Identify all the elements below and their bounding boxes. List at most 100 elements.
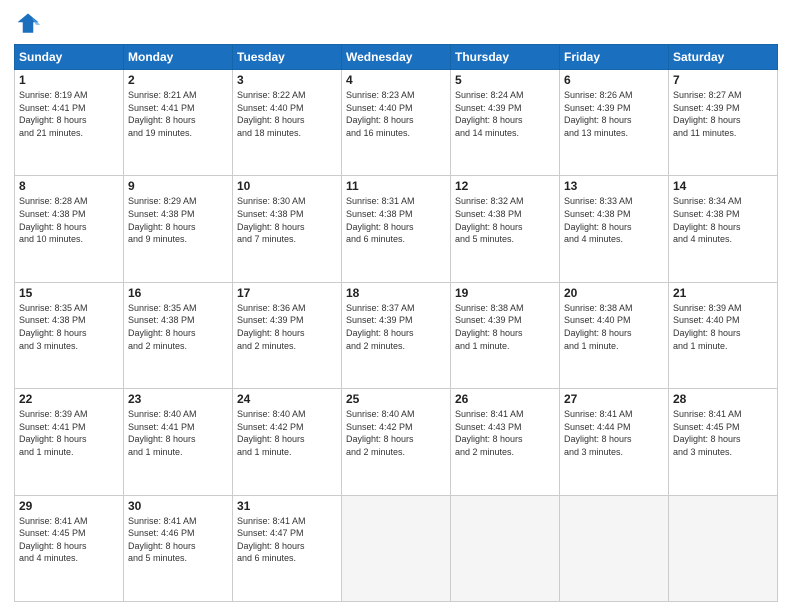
- day-info: Sunrise: 8:40 AM Sunset: 4:42 PM Dayligh…: [237, 408, 337, 458]
- calendar-cell: 2 Sunrise: 8:21 AM Sunset: 4:41 PM Daylig…: [124, 70, 233, 176]
- logo: [14, 10, 46, 38]
- calendar-cell: 26Sunrise: 8:41 AM Sunset: 4:43 PM Dayli…: [451, 389, 560, 495]
- week-row: 22 Sunrise: 8:39 AM Sunset: 4:41 PM Dayli…: [15, 389, 778, 495]
- day-info: Sunrise: 8:37 AM Sunset: 4:39 PM Dayligh…: [346, 302, 446, 352]
- day-number: 20: [564, 286, 664, 300]
- day-number: 12: [455, 179, 555, 193]
- day-info: Sunrise: 8:40 AM Sunset: 4:42 PM Dayligh…: [346, 408, 446, 458]
- day-info: Sunrise: 8:28 AM Sunset: 4:38 PM Dayligh…: [19, 195, 119, 245]
- calendar-cell: 7 Sunrise: 8:27 AM Sunset: 4:39 PM Daylig…: [669, 70, 778, 176]
- day-info: Sunrise: 8:41 AM Sunset: 4:45 PM Dayligh…: [19, 515, 119, 565]
- logo-icon: [14, 10, 42, 38]
- calendar-cell: 10 Sunrise: 8:30 AM Sunset: 4:38 PM Dayli…: [233, 176, 342, 282]
- day-info: Sunrise: 8:39 AM Sunset: 4:40 PM Dayligh…: [673, 302, 773, 352]
- day-info: Sunrise: 8:36 AM Sunset: 4:39 PM Dayligh…: [237, 302, 337, 352]
- day-number: 15: [19, 286, 119, 300]
- calendar-cell: 14 Sunrise: 8:34 AM Sunset: 4:38 PM Dayli…: [669, 176, 778, 282]
- day-number: 29: [19, 499, 119, 513]
- week-row: 15 Sunrise: 8:35 AM Sunset: 4:38 PM Dayli…: [15, 282, 778, 388]
- day-info: Sunrise: 8:22 AM Sunset: 4:40 PM Dayligh…: [237, 89, 337, 139]
- day-number: 11: [346, 179, 446, 193]
- week-row: 1Sunrise: 8:19 AM Sunset: 4:41 PM Daylig…: [15, 70, 778, 176]
- day-info: Sunrise: 8:32 AM Sunset: 4:38 PM Dayligh…: [455, 195, 555, 245]
- weekday-header: Thursday: [451, 45, 560, 70]
- day-info: Sunrise: 8:31 AM Sunset: 4:38 PM Dayligh…: [346, 195, 446, 245]
- day-number: 22: [19, 392, 119, 406]
- calendar-cell: 29 Sunrise: 8:41 AM Sunset: 4:45 PM Dayli…: [15, 495, 124, 601]
- day-info: Sunrise: 8:41 AM Sunset: 4:47 PM Dayligh…: [237, 515, 337, 565]
- day-info: Sunrise: 8:33 AM Sunset: 4:38 PM Dayligh…: [564, 195, 664, 245]
- calendar-cell: 3 Sunrise: 8:22 AM Sunset: 4:40 PM Daylig…: [233, 70, 342, 176]
- day-number: 28: [673, 392, 773, 406]
- day-number: 4: [346, 73, 446, 87]
- day-info: Sunrise: 8:35 AM Sunset: 4:38 PM Dayligh…: [128, 302, 228, 352]
- calendar-cell: 8 Sunrise: 8:28 AM Sunset: 4:38 PM Daylig…: [15, 176, 124, 282]
- calendar-cell: 27Sunrise: 8:41 AM Sunset: 4:44 PM Dayli…: [560, 389, 669, 495]
- weekday-header: Friday: [560, 45, 669, 70]
- calendar-cell: 28 Sunrise: 8:41 AM Sunset: 4:45 PM Dayli…: [669, 389, 778, 495]
- day-number: 3: [237, 73, 337, 87]
- day-number: 13: [564, 179, 664, 193]
- day-number: 23: [128, 392, 228, 406]
- day-number: 26: [455, 392, 555, 406]
- day-number: 7: [673, 73, 773, 87]
- day-number: 19: [455, 286, 555, 300]
- calendar-cell: [342, 495, 451, 601]
- week-row: 29 Sunrise: 8:41 AM Sunset: 4:45 PM Dayli…: [15, 495, 778, 601]
- calendar-header-row: SundayMondayTuesdayWednesdayThursdayFrid…: [15, 45, 778, 70]
- day-info: Sunrise: 8:26 AM Sunset: 4:39 PM Dayligh…: [564, 89, 664, 139]
- calendar-cell: 16Sunrise: 8:35 AM Sunset: 4:38 PM Dayli…: [124, 282, 233, 388]
- day-info: Sunrise: 8:27 AM Sunset: 4:39 PM Dayligh…: [673, 89, 773, 139]
- day-info: Sunrise: 8:21 AM Sunset: 4:41 PM Dayligh…: [128, 89, 228, 139]
- weekday-header: Tuesday: [233, 45, 342, 70]
- day-info: Sunrise: 8:23 AM Sunset: 4:40 PM Dayligh…: [346, 89, 446, 139]
- day-info: Sunrise: 8:39 AM Sunset: 4:41 PM Dayligh…: [19, 408, 119, 458]
- calendar-cell: 21 Sunrise: 8:39 AM Sunset: 4:40 PM Dayli…: [669, 282, 778, 388]
- page: SundayMondayTuesdayWednesdayThursdayFrid…: [0, 0, 792, 612]
- weekday-header: Wednesday: [342, 45, 451, 70]
- day-number: 24: [237, 392, 337, 406]
- week-row: 8 Sunrise: 8:28 AM Sunset: 4:38 PM Daylig…: [15, 176, 778, 282]
- day-number: 6: [564, 73, 664, 87]
- day-number: 25: [346, 392, 446, 406]
- weekday-header: Saturday: [669, 45, 778, 70]
- day-number: 2: [128, 73, 228, 87]
- day-number: 18: [346, 286, 446, 300]
- day-number: 10: [237, 179, 337, 193]
- calendar-cell: 17 Sunrise: 8:36 AM Sunset: 4:39 PM Dayli…: [233, 282, 342, 388]
- day-info: Sunrise: 8:38 AM Sunset: 4:39 PM Dayligh…: [455, 302, 555, 352]
- day-info: Sunrise: 8:41 AM Sunset: 4:45 PM Dayligh…: [673, 408, 773, 458]
- weekday-header: Sunday: [15, 45, 124, 70]
- calendar-cell: 12 Sunrise: 8:32 AM Sunset: 4:38 PM Dayli…: [451, 176, 560, 282]
- day-info: Sunrise: 8:30 AM Sunset: 4:38 PM Dayligh…: [237, 195, 337, 245]
- calendar-cell: 30Sunrise: 8:41 AM Sunset: 4:46 PM Dayli…: [124, 495, 233, 601]
- day-info: Sunrise: 8:24 AM Sunset: 4:39 PM Dayligh…: [455, 89, 555, 139]
- day-info: Sunrise: 8:35 AM Sunset: 4:38 PM Dayligh…: [19, 302, 119, 352]
- calendar-cell: 23 Sunrise: 8:40 AM Sunset: 4:41 PM Dayli…: [124, 389, 233, 495]
- calendar-cell: 4 Sunrise: 8:23 AM Sunset: 4:40 PM Daylig…: [342, 70, 451, 176]
- day-number: 31: [237, 499, 337, 513]
- calendar-cell: 20 Sunrise: 8:38 AM Sunset: 4:40 PM Dayli…: [560, 282, 669, 388]
- calendar-cell: 31 Sunrise: 8:41 AM Sunset: 4:47 PM Dayli…: [233, 495, 342, 601]
- calendar-cell: [451, 495, 560, 601]
- day-info: Sunrise: 8:29 AM Sunset: 4:38 PM Dayligh…: [128, 195, 228, 245]
- calendar-cell: 9 Sunrise: 8:29 AM Sunset: 4:38 PM Daylig…: [124, 176, 233, 282]
- day-number: 27: [564, 392, 664, 406]
- calendar-cell: 15 Sunrise: 8:35 AM Sunset: 4:38 PM Dayli…: [15, 282, 124, 388]
- day-info: Sunrise: 8:34 AM Sunset: 4:38 PM Dayligh…: [673, 195, 773, 245]
- header: [14, 10, 778, 38]
- day-number: 21: [673, 286, 773, 300]
- calendar-cell: 11 Sunrise: 8:31 AM Sunset: 4:38 PM Dayli…: [342, 176, 451, 282]
- calendar-cell: 6 Sunrise: 8:26 AM Sunset: 4:39 PM Daylig…: [560, 70, 669, 176]
- calendar-cell: 24 Sunrise: 8:40 AM Sunset: 4:42 PM Dayli…: [233, 389, 342, 495]
- day-info: Sunrise: 8:40 AM Sunset: 4:41 PM Dayligh…: [128, 408, 228, 458]
- day-number: 8: [19, 179, 119, 193]
- calendar-cell: 18 Sunrise: 8:37 AM Sunset: 4:39 PM Dayli…: [342, 282, 451, 388]
- day-number: 9: [128, 179, 228, 193]
- day-number: 17: [237, 286, 337, 300]
- calendar-cell: 25 Sunrise: 8:40 AM Sunset: 4:42 PM Dayli…: [342, 389, 451, 495]
- calendar-cell: 13 Sunrise: 8:33 AM Sunset: 4:38 PM Dayli…: [560, 176, 669, 282]
- day-info: Sunrise: 8:38 AM Sunset: 4:40 PM Dayligh…: [564, 302, 664, 352]
- day-number: 14: [673, 179, 773, 193]
- day-info: Sunrise: 8:19 AM Sunset: 4:41 PM Dayligh…: [19, 89, 119, 139]
